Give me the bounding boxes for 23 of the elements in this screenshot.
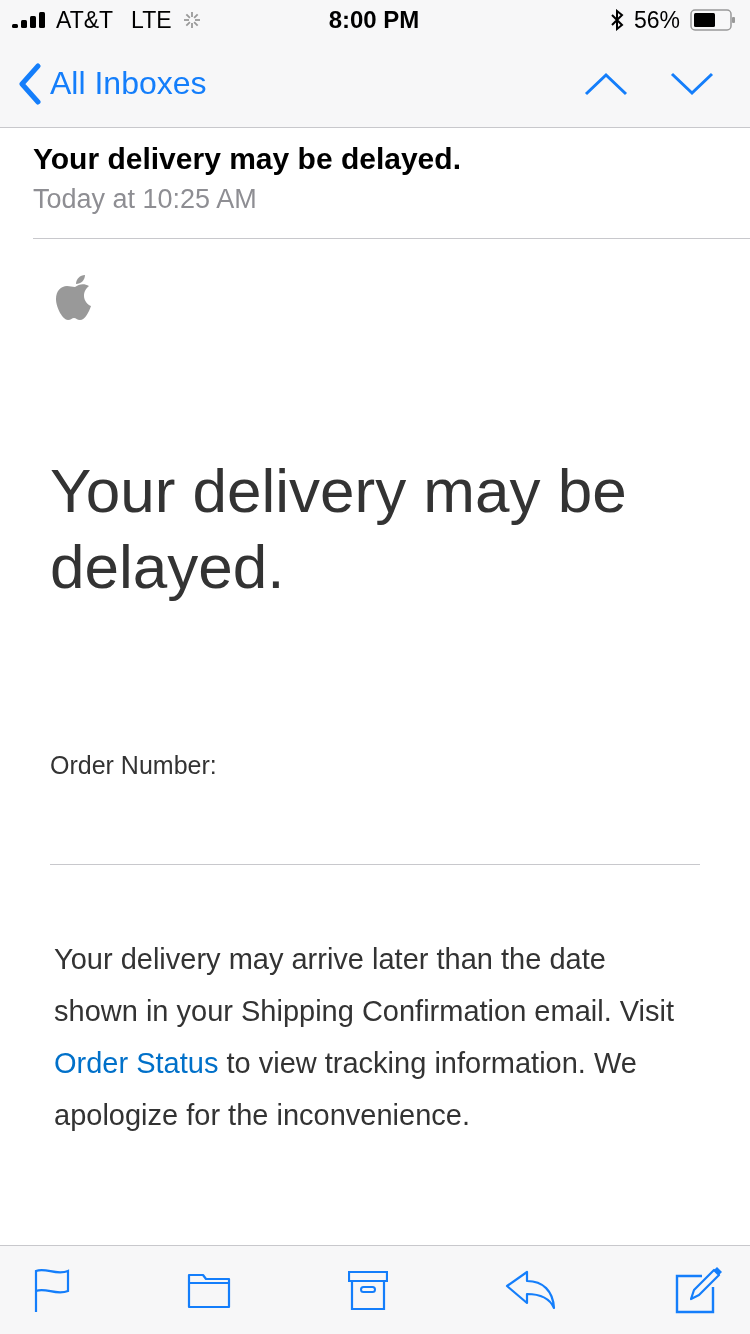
email-headline: Your delivery may be delayed. [50,455,628,603]
email-paragraph: Your delivery may arrive later than the date shown in your Shipping Confirmation email. Visit Order Status to view tracking information. We apologize for the inconvenience. [53,942,676,1133]
chevron-down-icon [670,71,714,96]
chevron-up-icon [584,71,628,96]
signal-icon [12,12,46,28]
order-number-label: Order Number: [50,751,218,780]
loading-spinner-icon [181,10,202,30]
battery-icon [690,9,736,31]
back-button[interactable]: All Inboxes [18,62,207,105]
message-subject: Your delivery may be delayed. [33,141,462,177]
battery-percent: 56% [633,6,680,34]
archive-box-icon [348,1270,388,1310]
folder-icon [187,1271,231,1309]
back-chevron-icon [18,62,42,105]
reply-arrow-icon [505,1270,557,1310]
status-time: 8:00 PM [328,6,420,33]
bluetooth-icon [609,9,624,31]
carrier-name: AT&T [56,6,114,34]
order-status-link[interactable]: Order Status [54,1047,219,1079]
network-type: LTE [131,6,172,34]
message-date: Today at 10:25 AM [33,183,258,216]
flag-icon [34,1268,70,1312]
compose-icon [674,1266,722,1314]
